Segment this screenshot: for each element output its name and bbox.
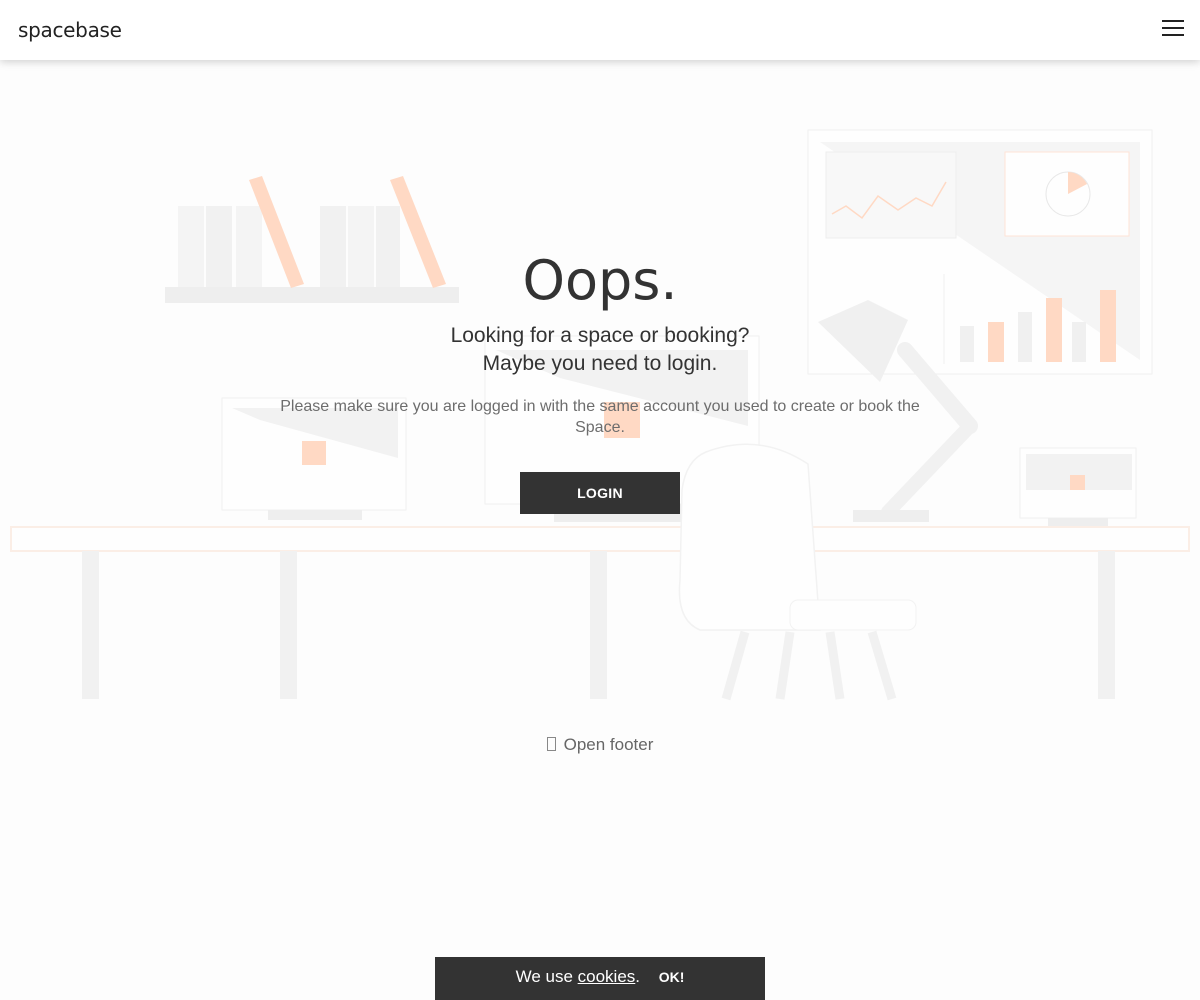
logo-text: spacebase	[18, 18, 122, 42]
mobile-icon	[546, 737, 556, 751]
cookie-banner: We use cookies. OK!	[435, 957, 765, 1000]
hamburger-icon-line-middle	[1162, 27, 1184, 29]
cookies-link[interactable]: cookies	[578, 967, 636, 986]
spacebase-logo[interactable]: spacebase	[18, 18, 122, 42]
desk-illustration	[10, 526, 1190, 699]
top-navigation-bar: spacebase	[0, 0, 1200, 60]
hamburger-icon-line-top	[1162, 20, 1184, 22]
hamburger-icon-line-bottom	[1162, 34, 1184, 36]
login-button[interactable]: LOGIN	[520, 472, 680, 514]
cookie-banner-prefix: We use	[515, 967, 578, 986]
cookie-banner-suffix: .	[635, 967, 641, 986]
open-footer-button[interactable]: Open footer	[0, 735, 1200, 755]
error-message-section: Oops. Looking for a space or booking? Ma…	[0, 250, 1200, 514]
hamburger-menu-button[interactable]	[1162, 20, 1184, 38]
open-footer-label: Open footer	[563, 735, 654, 754]
subtitle-line-2: Maybe you need to login.	[482, 352, 718, 375]
subtitle-line-1: Looking for a space or booking?	[450, 324, 750, 347]
cookie-accept-button[interactable]: OK!	[659, 969, 685, 985]
login-instructions: Please make sure you are logged in with …	[280, 398, 920, 436]
page-subtitle: Looking for a space or booking? Maybe yo…	[0, 322, 1200, 378]
page-title: Oops.	[522, 249, 678, 312]
